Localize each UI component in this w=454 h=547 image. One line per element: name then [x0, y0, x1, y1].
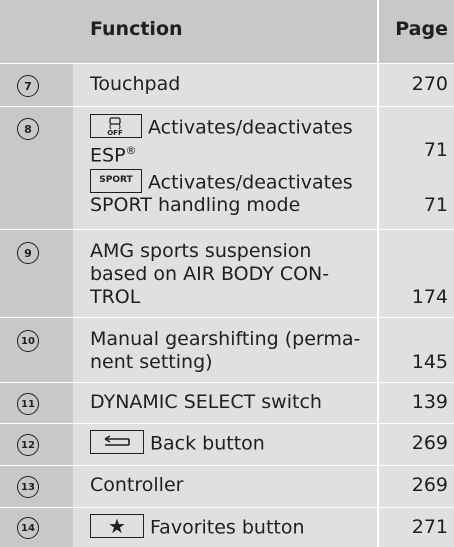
row-number: 8	[17, 118, 39, 140]
row-number: 12	[17, 434, 39, 456]
row-page: 271	[411, 516, 448, 538]
favorites-star-icon: ★	[90, 514, 144, 538]
row-page: 71	[423, 139, 448, 161]
table-row: 9 AMG sports suspension based on AIR BOD…	[0, 229, 454, 317]
table-row: 14 ★ Favorites button 271	[0, 507, 454, 547]
back-icon	[90, 430, 144, 454]
row-label: Favorites button	[150, 516, 305, 539]
row-page: 139	[411, 391, 448, 413]
row-page: 145	[411, 351, 448, 373]
row-number: 14	[17, 517, 39, 539]
esp-label-line2: ESP	[90, 144, 126, 167]
row-label: Back button	[150, 432, 265, 455]
row-page: 71	[423, 194, 448, 216]
row-label-line1: AMG sports suspension	[90, 240, 312, 262]
row-label: DYNAMIC SELECT switch	[90, 391, 322, 413]
row-page: 270	[411, 73, 448, 95]
row-label-line1: Manual gearshifting (perma-	[90, 328, 361, 350]
row-number: 10	[17, 330, 39, 352]
row-label: Controller	[90, 474, 184, 496]
table-row: 11 DYNAMIC SELECT switch 139	[0, 382, 454, 423]
sport-label-line2: SPORT handling mode	[90, 194, 301, 216]
header-page: Page	[395, 18, 448, 40]
esp-off-icon: OFF	[90, 114, 142, 138]
svg-text:OFF: OFF	[107, 129, 123, 137]
sport-label-line1: Activates/deactivates	[148, 171, 353, 194]
table-row: 7 Touchpad 270	[0, 63, 454, 106]
row-page: 269	[411, 432, 448, 454]
row-number: 7	[17, 75, 39, 97]
row-number: 13	[17, 476, 39, 498]
row-label-line2: nent setting)	[90, 351, 213, 373]
header-function: Function	[90, 18, 183, 40]
sport-key-icon: SPORT	[90, 169, 142, 193]
row-page: 269	[411, 474, 448, 496]
table-row: 10 Manual gearshifting (perma- nent sett…	[0, 317, 454, 382]
row-label: Touchpad	[90, 73, 181, 95]
row-number: 9	[17, 242, 39, 264]
row-label-line2: based on AIR BODY CON-	[90, 263, 330, 285]
registered-mark: ®	[125, 144, 137, 157]
row-label-line3: TROL	[90, 286, 141, 308]
row-page: 174	[411, 286, 448, 308]
table-header: Function Page	[0, 0, 454, 63]
table-row: 12 Back button 269	[0, 423, 454, 465]
table-row: 13 Controller 269	[0, 465, 454, 507]
row-number: 11	[17, 393, 39, 415]
esp-label-line1: Activates/deactivates	[148, 116, 353, 139]
table-row: 8 OFF Activates/deactivates ESP® 71 SPOR…	[0, 106, 454, 229]
